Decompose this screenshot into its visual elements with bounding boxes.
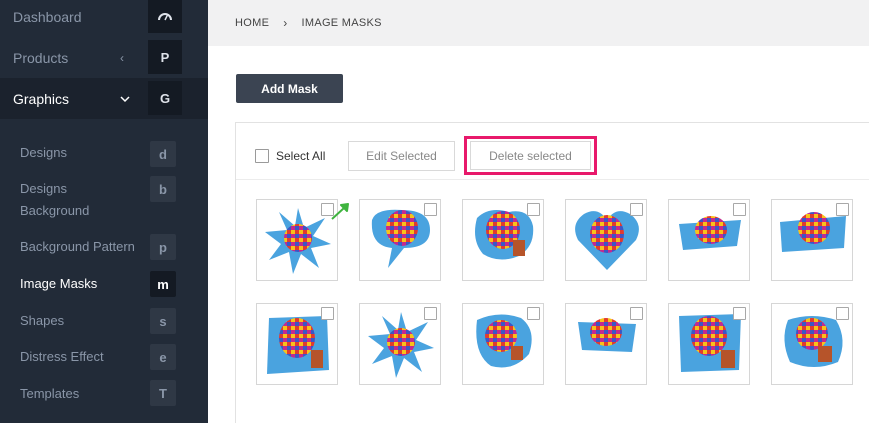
breadcrumb: HOME › IMAGE MASKS xyxy=(208,0,869,46)
mask-checkbox[interactable] xyxy=(630,307,643,320)
mask-rough-square-image xyxy=(679,314,741,372)
sidebar-item-label: Designs xyxy=(20,145,67,160)
sidebar-item-label: Products xyxy=(13,49,69,66)
delete-selected-button[interactable]: Delete selected xyxy=(470,141,591,170)
sidebar-item-label: Dashboard xyxy=(13,8,82,25)
mask-thumbnail[interactable] xyxy=(565,199,647,281)
mask-thumbnail[interactable] xyxy=(256,303,338,385)
sidebar-item-graphics[interactable]: Graphics G xyxy=(0,78,208,119)
sidebar-letter-badge: m xyxy=(150,271,176,297)
sidebar-item-label: Background Pattern xyxy=(20,239,135,254)
mask-thumbnail[interactable] xyxy=(359,303,441,385)
select-all-label: Select All xyxy=(276,149,326,163)
sidebar-letter-badge: e xyxy=(150,344,176,370)
sidebar-letter-badge: p xyxy=(150,234,176,260)
sidebar-letter-badge: b xyxy=(150,176,176,202)
sidebar-item-label: Designs Background xyxy=(20,181,90,218)
mask-checkbox[interactable] xyxy=(836,203,849,216)
mask-checkbox[interactable] xyxy=(733,203,746,216)
mask-paint-splat-image xyxy=(476,314,532,368)
mask-speech-bubble-image xyxy=(371,209,430,268)
sidebar-item-label: Distress Effect xyxy=(20,349,104,364)
breadcrumb-home-link[interactable]: HOME xyxy=(235,17,269,29)
mask-thumbnail[interactable] xyxy=(771,199,853,281)
mask-thumbnail[interactable] xyxy=(668,199,750,281)
mask-brush-stroke-image xyxy=(780,212,846,252)
sidebar-item-products[interactable]: Products ‹ P xyxy=(0,37,208,78)
edit-selected-button[interactable]: Edit Selected xyxy=(348,141,455,171)
sidebar-letter-badge: P xyxy=(148,40,182,74)
main-content: Add Mask Select All Edit Selected Delete… xyxy=(208,46,869,423)
sidebar-item-label: Graphics xyxy=(13,90,70,107)
sidebar-letter-badge: d xyxy=(150,141,176,167)
add-mask-button[interactable]: Add Mask xyxy=(236,74,343,103)
mask-torn-strip-image xyxy=(679,216,741,250)
select-all-control[interactable]: Select All xyxy=(255,149,325,163)
sidebar-item-label: Shapes xyxy=(20,313,65,328)
mask-checkbox[interactable] xyxy=(630,203,643,216)
chevron-down-icon xyxy=(120,92,130,106)
mask-torn-edge-image xyxy=(578,318,636,352)
mask-thumbnail[interactable] xyxy=(668,303,750,385)
mask-checkbox[interactable] xyxy=(836,307,849,320)
mask-thumbnail[interactable] xyxy=(771,303,853,385)
chevron-left-icon: ‹ xyxy=(120,50,124,65)
mask-checkbox[interactable] xyxy=(424,307,437,320)
sidebar-letter-badge: G xyxy=(148,81,182,115)
dashboard-gauge-icon xyxy=(148,0,182,33)
mask-thumbnail[interactable] xyxy=(359,199,441,281)
mask-thumbnail[interactable] xyxy=(256,199,338,281)
sidebar-item-dashboard[interactable]: Dashboard xyxy=(0,0,208,37)
mask-checkbox[interactable] xyxy=(321,307,334,320)
mask-checkbox[interactable] xyxy=(527,307,540,320)
sidebar-letter-badge: s xyxy=(150,308,176,334)
mask-checkbox[interactable] xyxy=(424,203,437,216)
mask-toolbar: Select All Edit Selected Delete selected xyxy=(236,123,869,180)
mask-thumbnail[interactable] xyxy=(462,303,544,385)
sidebar-item-label: Image Masks xyxy=(20,276,98,291)
mask-starburst-image xyxy=(368,312,434,378)
cursor-arrow-icon xyxy=(331,203,349,220)
mask-grunge-frame-image xyxy=(267,316,329,374)
mask-starburst-image xyxy=(265,208,331,274)
mask-thumbnail[interactable] xyxy=(565,303,647,385)
mask-ink-splash-image xyxy=(784,316,843,367)
mask-checkbox[interactable] xyxy=(527,203,540,216)
breadcrumb-separator-icon: › xyxy=(283,16,288,30)
mask-heart-image xyxy=(575,211,639,270)
sidebar: Dashboard Products ‹ P Graphics G Design… xyxy=(0,0,208,423)
sidebar-item-label: Templates xyxy=(20,386,80,401)
sidebar-letter-badge: T xyxy=(150,380,176,406)
select-all-checkbox[interactable] xyxy=(255,149,269,163)
mask-thumbnail[interactable] xyxy=(462,199,544,281)
mask-brush-splash-image xyxy=(475,210,534,260)
breadcrumb-current: IMAGE MASKS xyxy=(301,17,382,29)
mask-checkbox[interactable] xyxy=(733,307,746,320)
